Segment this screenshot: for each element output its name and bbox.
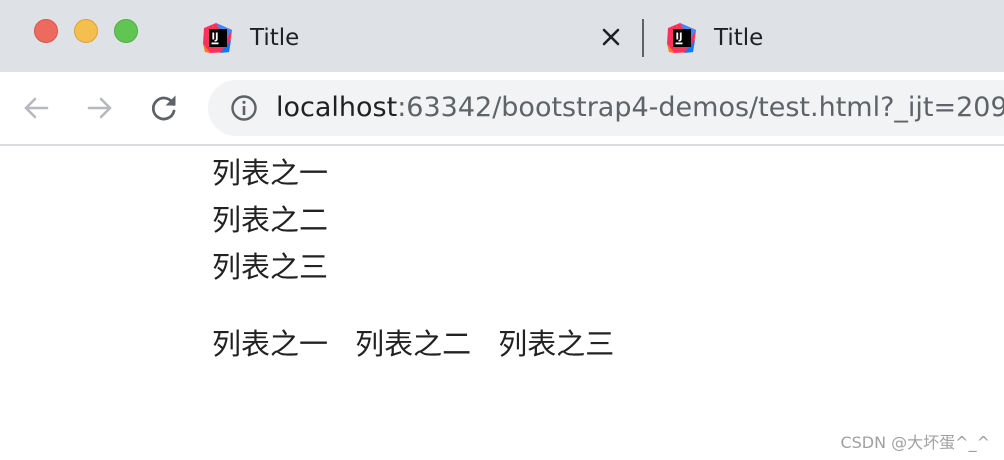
list-item: 列表之二 bbox=[355, 327, 472, 361]
svg-text:IJ: IJ bbox=[676, 32, 683, 43]
tab-inactive[interactable]: IJ Title bbox=[650, 0, 1004, 72]
page-content: 列表之一 列表之二 列表之三 列表之一 列表之二 列表之三 CSDN @大坏蛋^… bbox=[0, 146, 1004, 460]
url-host: localhost bbox=[276, 92, 398, 123]
info-circle-icon[interactable] bbox=[230, 94, 258, 122]
window-close-button[interactable] bbox=[34, 19, 58, 43]
intellij-idea-icon: IJ bbox=[203, 23, 232, 53]
close-icon[interactable] bbox=[600, 26, 622, 48]
watermark: CSDN @大坏蛋^_^ bbox=[840, 433, 990, 452]
list-item: 列表之二 bbox=[212, 203, 329, 237]
list-item: 列表之三 bbox=[212, 250, 329, 284]
list-item: 列表之三 bbox=[498, 327, 615, 361]
svg-text:IJ: IJ bbox=[212, 32, 219, 43]
tab-separator bbox=[642, 19, 644, 57]
window-maximize-button[interactable] bbox=[114, 19, 138, 43]
vertical-list: 列表之一 列表之二 列表之三 bbox=[212, 150, 328, 291]
arrow-left-icon[interactable] bbox=[20, 92, 52, 124]
horizontal-list: 列表之一 列表之二 列表之三 bbox=[212, 324, 636, 364]
browser-window: IJ Title IJ Title localhost:63342/bootst… bbox=[0, 0, 1004, 460]
intellij-idea-icon: IJ bbox=[667, 23, 696, 53]
tab-active[interactable]: IJ Title bbox=[186, 0, 646, 72]
tab-title: Title bbox=[714, 25, 764, 51]
list-item: 列表之一 bbox=[212, 327, 329, 361]
reload-icon[interactable] bbox=[148, 92, 180, 124]
address-bar[interactable]: localhost:63342/bootstrap4-demos/test.ht… bbox=[208, 80, 1004, 136]
list-item: 列表之一 bbox=[212, 156, 329, 190]
url-path: :63342/bootstrap4-demos/test.html?_ijt=2… bbox=[397, 92, 1004, 123]
browser-toolbar: localhost:63342/bootstrap4-demos/test.ht… bbox=[0, 72, 1004, 146]
tab-title: Title bbox=[250, 25, 300, 51]
window-minimize-button[interactable] bbox=[74, 19, 98, 43]
arrow-right-icon[interactable] bbox=[84, 92, 116, 124]
url-text: localhost:63342/bootstrap4-demos/test.ht… bbox=[276, 91, 1004, 125]
tab-strip: IJ Title IJ Title bbox=[0, 0, 1004, 72]
